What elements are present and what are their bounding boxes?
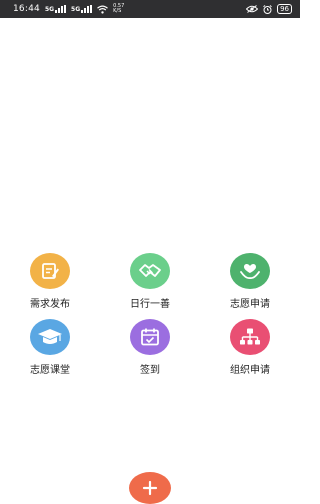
status-time: 16:44 (13, 4, 40, 14)
heart-hands-icon (230, 253, 270, 289)
signal-2: 5G (71, 5, 93, 13)
alarm-clock-icon (263, 4, 272, 14)
graduation-cap-icon (30, 319, 70, 355)
feature-item-check-in[interactable]: 签到 (110, 319, 190, 376)
status-right: 96 (246, 4, 292, 14)
feature-item-volunteer-apply[interactable]: 志愿申请 (210, 253, 290, 310)
net-speed-unit: K/S (113, 8, 122, 14)
feature-label: 组织申请 (230, 365, 270, 376)
feature-row-1: 需求发布 日行一善 志愿申请 (0, 253, 300, 315)
signal-2-label: 5G (71, 5, 81, 13)
feature-item-daily-good-deed[interactable]: 日行一善 (110, 253, 190, 310)
status-bar: 16:44 5G 5G 0.57 K/S 96 (0, 0, 300, 18)
eye-off-icon (246, 5, 259, 13)
org-chart-icon (230, 319, 270, 355)
handshake-icon (130, 253, 170, 289)
feature-label: 志愿申请 (230, 299, 270, 310)
feature-row-2: 志愿课堂 签到 组织申请 (0, 319, 300, 381)
add-button[interactable] (129, 472, 171, 504)
net-speed: 0.57 K/S (113, 4, 124, 14)
feature-grid: 需求发布 日行一善 志愿申请 志愿课堂 签到 组织申请 (0, 253, 300, 381)
feature-item-organization-apply[interactable]: 组织申请 (210, 319, 290, 376)
feature-item-demand-publish[interactable]: 需求发布 (10, 253, 90, 310)
edit-note-icon (30, 253, 70, 289)
signal-bars-icon (55, 5, 67, 13)
feature-item-volunteer-class[interactable]: 志愿课堂 (10, 319, 90, 376)
battery-indicator: 96 (277, 4, 292, 14)
feature-label: 志愿课堂 (30, 365, 70, 376)
signal-1: 5G (44, 5, 67, 13)
feature-label: 签到 (140, 365, 160, 376)
wifi-icon (97, 5, 109, 14)
plus-icon (142, 480, 158, 496)
feature-label: 需求发布 (30, 299, 70, 310)
signal-bars-icon (81, 5, 93, 13)
calendar-check-icon (130, 319, 170, 355)
signal-1-label: 5G (44, 5, 55, 13)
feature-label: 日行一善 (130, 299, 170, 310)
status-left: 16:44 5G 5G 0.57 K/S (13, 4, 124, 15)
